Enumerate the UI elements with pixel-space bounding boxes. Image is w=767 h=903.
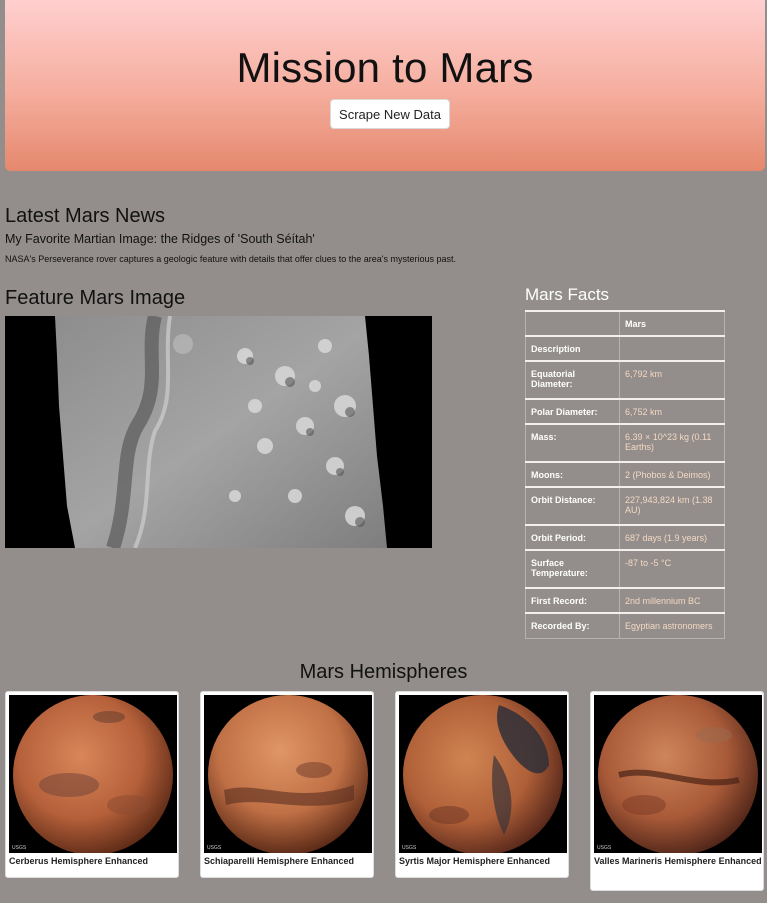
fact-key: Moons:: [525, 461, 620, 488]
hemisphere-label: Schiaparelli Hemisphere Enhanced: [204, 856, 355, 866]
table-row: Orbit Period: 687 days (1.9 years): [525, 524, 725, 551]
usgs-logo: USGS: [402, 845, 417, 851]
facts-section-title: Mars Facts: [525, 285, 610, 304]
table-row: First Record: 2nd millennium BC: [525, 587, 725, 614]
table-row: Polar Diameter: 6,752 km: [525, 398, 725, 425]
fact-value: 6,752 km: [619, 398, 725, 425]
table-row: Recorded By: Egyptian astronomers: [525, 612, 725, 639]
cerberus-hemisphere-image[interactable]: USGS: [9, 695, 177, 853]
page-title: Mission to Mars: [236, 44, 534, 91]
fact-key: Orbit Distance:: [525, 486, 620, 526]
fact-value: 2 (Phobos & Deimos): [619, 461, 725, 488]
fact-key: Equatorial Diameter:: [525, 360, 620, 400]
table-row: Mass: 6.39 × 10^23 kg (0.11 Earths): [525, 423, 725, 463]
fact-value: 6,792 km: [619, 360, 725, 400]
table-row: Orbit Distance: 227,943,824 km (1.38 AU): [525, 486, 725, 526]
news-teaser: NASA's Perseverance rover captures a geo…: [5, 254, 456, 264]
fact-key: Polar Diameter:: [525, 398, 620, 425]
table-header-blank: [525, 310, 620, 337]
valles-marineris-hemisphere-image[interactable]: USGS: [594, 695, 762, 853]
fact-value: 6.39 × 10^23 kg (0.11 Earths): [619, 423, 725, 463]
usgs-logo: USGS: [12, 845, 27, 851]
hemisphere-card-valles-marineris[interactable]: USGS Valles Marineris Hemisphere Enhance…: [590, 691, 764, 891]
fact-key: First Record:: [525, 587, 620, 614]
schiaparelli-hemisphere-image[interactable]: USGS: [204, 695, 372, 853]
hemisphere-label: Valles Marineris Hemisphere Enhanced: [594, 856, 762, 866]
feature-mars-image: [5, 316, 432, 548]
news-section-title: Latest Mars News: [5, 205, 166, 227]
fact-value: 687 days (1.9 years): [619, 524, 725, 551]
feature-image-title: Feature Mars Image: [5, 287, 186, 309]
table-row: Equatorial Diameter: 6,792 km: [525, 360, 725, 400]
fact-key: Mass:: [525, 423, 620, 463]
syrtis-major-hemisphere-image[interactable]: USGS: [399, 695, 567, 853]
table-row: Surface Temperature: -87 to -5 °C: [525, 549, 725, 589]
table-header-mars: Mars: [619, 310, 725, 337]
fact-value: 227,943,824 km (1.38 AU): [619, 486, 725, 526]
hemisphere-label: Cerberus Hemisphere Enhanced: [9, 856, 149, 866]
table-row: Moons: 2 (Phobos & Deimos): [525, 461, 725, 488]
hemisphere-card-syrtis-major[interactable]: USGS Syrtis Major Hemisphere Enhanced: [395, 691, 569, 878]
fact-key: Description: [525, 335, 620, 362]
hemisphere-card-cerberus[interactable]: USGS Cerberus Hemisphere Enhanced: [5, 691, 179, 878]
fact-value: [619, 335, 725, 362]
fact-value: Egyptian astronomers: [619, 612, 725, 639]
fact-key: Recorded By:: [525, 612, 620, 639]
hemispheres-section-title: Mars Hemispheres: [299, 661, 468, 683]
fact-key: Orbit Period:: [525, 524, 620, 551]
table-header-row: Mars: [525, 310, 725, 337]
fact-value: 2nd millennium BC: [619, 587, 725, 614]
fact-value: -87 to -5 °C: [619, 549, 725, 589]
fact-key: Surface Temperature:: [525, 549, 620, 589]
hemisphere-card-schiaparelli[interactable]: USGS Schiaparelli Hemisphere Enhanced: [200, 691, 374, 878]
hemisphere-label: Syrtis Major Hemisphere Enhanced: [399, 856, 551, 866]
table-row: Description: [525, 335, 725, 362]
scrape-new-data-button[interactable]: Scrape New Data: [330, 99, 450, 129]
usgs-logo: USGS: [597, 845, 612, 851]
news-headline: My Favorite Martian Image: the Ridges of…: [5, 232, 315, 246]
mars-facts-table: Mars Description Equatorial Diameter: 6,…: [525, 310, 725, 639]
jumbotron-header: Mission to Mars Scrape New Data: [5, 0, 765, 171]
usgs-logo: USGS: [207, 845, 222, 851]
